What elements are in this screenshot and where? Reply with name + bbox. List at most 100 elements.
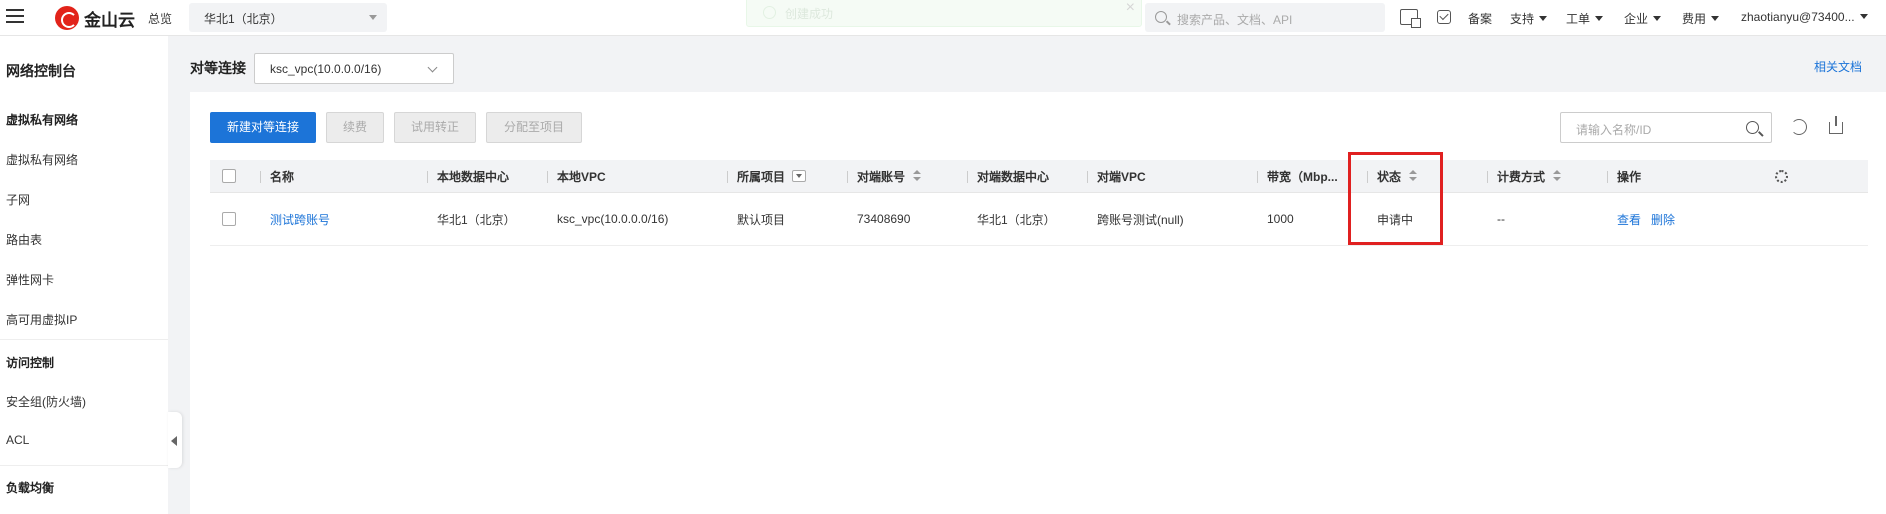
sidebar-group-access-control[interactable]: 访问控制 (6, 354, 54, 371)
caret-down-icon (1539, 16, 1548, 21)
sidebar-group-vpc[interactable]: 虚拟私有网络 (6, 111, 78, 128)
sort-icon[interactable] (913, 170, 922, 182)
cell-billing: -- (1497, 212, 1505, 226)
column-divider (967, 171, 968, 183)
toast-message: 创建成功 (785, 7, 834, 21)
row-checkbox[interactable] (222, 212, 236, 226)
column-divider (727, 171, 728, 183)
column-settings[interactable] (1775, 160, 1788, 192)
brand-logo-icon (55, 6, 79, 30)
page-header: 对等连接 ksc_vpc(10.0.0.0/16) 相关文档 (168, 36, 1886, 92)
nav-enterprise[interactable]: 企业 (1624, 10, 1662, 27)
menu-icon[interactable] (6, 9, 24, 23)
column-divider (1487, 171, 1488, 183)
nav-overview[interactable]: 总览 (148, 10, 172, 27)
select-all-checkbox[interactable] (222, 169, 236, 183)
col-peer-vpc: 对端VPC (1097, 169, 1146, 184)
vpc-select-value: ksc_vpc(10.0.0.0/16) (270, 62, 382, 76)
docs-link[interactable]: 相关文档 (1814, 58, 1862, 75)
caret-down-icon (1711, 16, 1720, 21)
nav-beian[interactable]: 备案 (1468, 10, 1492, 27)
check-circle-icon (763, 6, 776, 19)
column-divider (1607, 171, 1608, 183)
col-peer-account[interactable]: 对端账号 (857, 160, 922, 192)
col-project[interactable]: 所属项目 (737, 160, 807, 192)
sort-icon[interactable] (1553, 170, 1562, 182)
col-local-dc: 本地数据中心 (437, 169, 510, 184)
filter-icon[interactable] (792, 170, 807, 182)
col-peer-dc: 对端数据中心 (977, 169, 1050, 184)
col-name: 名称 (270, 169, 295, 184)
user-menu[interactable]: zhaotianyu@73400... (1741, 10, 1868, 24)
col-bandwidth: 带宽（Mbp... (1267, 169, 1338, 184)
sidebar: 网络控制台 虚拟私有网络 虚拟私有网络 子网 路由表 弹性网卡 高可用虚拟IP … (0, 36, 168, 514)
nav-billing[interactable]: 费用 (1682, 10, 1720, 27)
sidebar-item-route-table[interactable]: 路由表 (6, 231, 42, 248)
row-checkbox-cell[interactable] (222, 193, 236, 245)
top-bar: 金山云 总览 华北1（北京） 创建成功 × 搜索产品、文档、API 备案 支持 … (0, 0, 1886, 36)
cell-name[interactable]: 测试跨账号 (270, 193, 330, 245)
global-search[interactable]: 搜索产品、文档、API (1145, 3, 1385, 32)
col-billing[interactable]: 计费方式 (1497, 160, 1562, 192)
refresh-icon[interactable] (1791, 119, 1807, 135)
sidebar-item-havip[interactable]: 高可用虚拟IP (6, 311, 77, 328)
delete-link[interactable]: 删除 (1651, 211, 1675, 228)
close-icon[interactable]: × (1126, 0, 1135, 17)
sidebar-item-subnet[interactable]: 子网 (6, 191, 30, 208)
cell-project: 默认项目 (737, 212, 786, 227)
cell-local-dc: 华北1（北京） (437, 212, 516, 227)
caret-down-icon (1595, 16, 1604, 21)
brand-name: 金山云 (84, 10, 135, 30)
sidebar-collapse-toggle[interactable] (168, 412, 182, 468)
caret-down-icon (1653, 16, 1662, 21)
cell-local-vpc: ksc_vpc(10.0.0.0/16) (557, 212, 669, 226)
peering-table: 名称 本地数据中心 本地VPC 所属项目 对端账号 对端数据中心 对端VPC 带… (210, 160, 1868, 246)
create-peering-button[interactable]: 新建对等连接 (210, 112, 316, 143)
view-link[interactable]: 查看 (1617, 211, 1641, 228)
search-input[interactable]: 请输入名称/ID (1560, 112, 1772, 143)
search-icon (1155, 11, 1167, 23)
sidebar-item-acl[interactable]: ACL (6, 433, 29, 447)
table-row: 测试跨账号 华北1（北京） ksc_vpc(10.0.0.0/16) 默认项目 … (210, 193, 1868, 246)
sidebar-item-vpc[interactable]: 虚拟私有网络 (6, 151, 78, 168)
export-icon[interactable] (1829, 116, 1843, 134)
sidebar-divider (0, 465, 168, 466)
col-operations: 操作 (1617, 169, 1642, 184)
search-icon[interactable] (1746, 121, 1759, 134)
nav-support[interactable]: 支持 (1510, 10, 1548, 27)
region-select[interactable]: 华北1（北京） (189, 3, 387, 32)
cell-peer-vpc: 跨账号测试(null) (1097, 212, 1184, 227)
table-header: 名称 本地数据中心 本地VPC 所属项目 对端账号 对端数据中心 对端VPC 带… (210, 160, 1868, 193)
sidebar-title: 网络控制台 (6, 63, 76, 79)
language-icon[interactable] (1400, 9, 1421, 28)
page-title: 对等连接 (190, 60, 246, 76)
column-divider (427, 171, 428, 183)
column-divider (260, 171, 261, 183)
region-value: 华北1（北京） (204, 12, 283, 26)
cell-operations: 查看 删除 (1617, 193, 1685, 245)
caret-down-icon (369, 15, 377, 20)
renew-button[interactable]: 续费 (326, 112, 384, 143)
global-search-placeholder: 搜索产品、文档、API (1177, 13, 1293, 27)
nav-ticket[interactable]: 工单 (1566, 10, 1604, 27)
sidebar-item-eni[interactable]: 弹性网卡 (6, 271, 54, 288)
trial-to-formal-button[interactable]: 试用转正 (394, 112, 476, 143)
success-toast: 创建成功 × (746, 0, 1142, 27)
gear-icon[interactable] (1775, 169, 1788, 183)
column-divider (1257, 171, 1258, 183)
message-icon[interactable] (1437, 10, 1451, 24)
column-divider (847, 171, 848, 183)
sidebar-group-load-balancer[interactable]: 负载均衡 (6, 479, 54, 496)
vpc-select[interactable]: ksc_vpc(10.0.0.0/16) (254, 53, 454, 84)
search-placeholder: 请输入名称/ID (1576, 123, 1652, 137)
caret-down-icon (1859, 14, 1868, 19)
select-all-cell[interactable] (222, 160, 236, 192)
assign-project-button[interactable]: 分配至项目 (486, 112, 582, 143)
cell-peer-account: 73408690 (857, 212, 911, 226)
sidebar-item-security-group[interactable]: 安全组(防火墙) (6, 393, 86, 410)
cell-peer-dc: 华北1（北京） (977, 212, 1056, 227)
logo[interactable]: 金山云 (55, 4, 135, 32)
column-divider (547, 171, 548, 183)
content-panel: 新建对等连接 续费 试用转正 分配至项目 请输入名称/ID 名称 本地数据中心 … (190, 92, 1886, 514)
sidebar-divider (0, 339, 168, 340)
